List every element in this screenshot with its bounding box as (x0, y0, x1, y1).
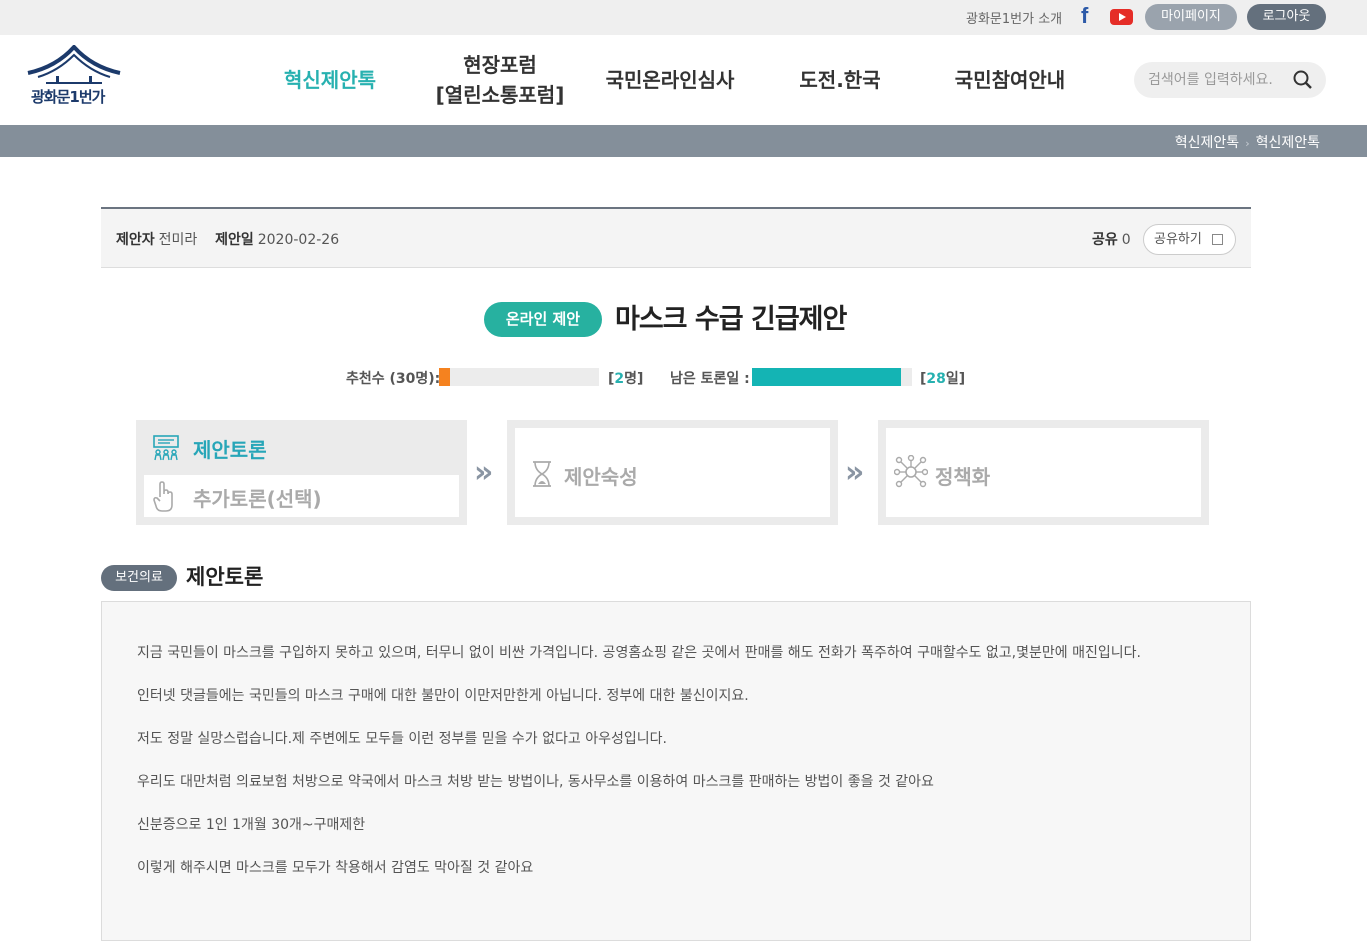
proposal-info-bar: 제안자 전미라 제안일 2020-02-26 공유 0 공유하기 (101, 207, 1251, 268)
step3-label: 정책화 (935, 465, 991, 489)
recommend-count: [2명] (608, 371, 644, 387)
breadcrumb-item[interactable]: 혁신제안톡 (1175, 135, 1239, 151)
nav-label: 국민참여안내 (954, 68, 1066, 92)
breadcrumb-item-current[interactable]: 혁신제안톡 (1256, 135, 1320, 151)
share-button[interactable]: 공유하기 (1143, 224, 1236, 255)
step-policy: 정책화 (878, 420, 1209, 525)
share-button-label: 공유하기 (1154, 232, 1202, 247)
remaining-days-progress-fill (752, 368, 901, 386)
content-paragraph: 저도 정말 실망스럽습니다.제 주변에도 모두들 이런 정부를 믿을 수가 없다… (137, 731, 667, 747)
step-arrow-icon: » (474, 455, 494, 490)
proposal-meta: 제안자 전미라 제안일 2020-02-26 (116, 229, 339, 249)
recommend-progress-fill (439, 368, 450, 386)
logo-text: 광화문1번가 (31, 88, 105, 106)
search-box (1134, 62, 1326, 98)
hourglass-icon (533, 461, 551, 487)
step-proposal-maturation: 제안숙성 (507, 420, 838, 525)
mypage-button[interactable]: 마이페이지 (1145, 4, 1237, 30)
nav-innovation-proposal[interactable]: 혁신제안톡 (270, 35, 390, 125)
step1-label: 제안토론 (193, 438, 267, 462)
nav-label: 혁신제안톡 (284, 68, 376, 92)
step2-label: 제안숙성 (564, 465, 638, 489)
nav-label: 현장포럼 [열린소통포럼] (435, 53, 565, 107)
pointing-hand-icon (153, 481, 173, 512)
step1-sub-label: 추가토론(선택) (193, 487, 322, 511)
recommend-progress-bar (439, 368, 599, 386)
proposal-type-badge: 온라인 제안 (484, 302, 602, 337)
search-input[interactable] (1148, 70, 1288, 90)
proposer-name: 전미라 (158, 232, 198, 248)
site-intro-link[interactable]: 광화문1번가 소개 (966, 8, 1062, 27)
share-count: 공유 0 (1092, 229, 1131, 249)
step-proposal-discussion: 제안토론 추가토론(선택) (136, 420, 467, 525)
step1-header: 제안토론 (136, 420, 467, 475)
breadcrumb: 혁신제안톡 › 혁신제안톡 (1175, 132, 1320, 152)
logout-button[interactable]: 로그아웃 (1247, 4, 1326, 30)
facebook-icon[interactable]: f (1081, 3, 1088, 29)
share-count-value: 0 (1121, 232, 1131, 248)
share-label: 공유 (1092, 232, 1118, 248)
step-arrow-icon: » (845, 455, 865, 490)
nav-label: 도전.한국 (799, 68, 881, 92)
category-badge: 보건의료 (101, 565, 177, 591)
breadcrumb-bar: 혁신제안톡 › 혁신제안톡 (0, 125, 1367, 157)
remaining-days-count: [28일] (920, 371, 966, 387)
search-icon[interactable] (1292, 69, 1314, 91)
nav-label: 국민온라인심사 (605, 68, 735, 92)
content-paragraph: 우리도 대만처럼 의료보험 처방으로 약국에서 마스크 처방 받는 방법이나, … (137, 774, 934, 790)
step-additional-discussion: 추가토론(선택) (144, 475, 459, 517)
proposal-content: 지금 국민들이 마스크를 구입하지 못하고 있으며, 터무니 없이 비싼 가격입… (101, 601, 1251, 941)
site-logo[interactable]: 광화문1번가 (26, 45, 122, 107)
remaining-days-progress-bar (752, 368, 912, 386)
breadcrumb-separator-icon: › (1245, 137, 1250, 150)
proposal-date: 2020-02-26 (257, 232, 340, 248)
content-heading: 제안토론 (186, 565, 264, 589)
external-link-icon (1212, 234, 1223, 245)
top-utility-bar: 광화문1번가 소개 f 마이페이지 로그아웃 (0, 0, 1367, 35)
nav-online-review[interactable]: 국민온라인심사 (590, 35, 750, 125)
youtube-icon[interactable] (1110, 9, 1133, 25)
date-label: 제안일 (215, 232, 254, 248)
remaining-days-label: 남은 토론일 : (670, 371, 750, 387)
discussion-icon (153, 435, 179, 461)
proposer-label: 제안자 (116, 232, 155, 248)
step3-inner: 정책화 (886, 428, 1201, 517)
network-icon (894, 455, 928, 488)
content-paragraph: 인터넷 댓글들에는 국민들의 마스크 구매에 대한 불만이 이만저만한게 아닙니… (137, 688, 749, 704)
logo-roof-icon (27, 45, 121, 84)
proposal-title: 마스크 수급 긴급제안 (615, 304, 847, 335)
step2-inner: 제안숙성 (515, 428, 830, 517)
recommend-label: 추천수 (30명): (346, 371, 441, 387)
content-paragraph: 지금 국민들이 마스크를 구입하지 못하고 있으며, 터무니 없이 비싼 가격입… (137, 645, 1141, 661)
content-paragraph: 이렇게 해주시면 마스크를 모두가 착용해서 감염도 막아질 것 같아요 (137, 860, 534, 876)
main-header: 광화문1번가 혁신제안톡 현장포럼 [열린소통포럼] 국민온라인심사 도전.한국 … (0, 35, 1367, 125)
nav-participation-guide[interactable]: 국민참여안내 (940, 35, 1080, 125)
content-paragraph: 신분증으로 1인 1개월 30개~구매제한 (137, 817, 366, 833)
nav-challenge-korea[interactable]: 도전.한국 (780, 35, 900, 125)
nav-field-forum[interactable]: 현장포럼 [열린소통포럼] (420, 35, 580, 125)
